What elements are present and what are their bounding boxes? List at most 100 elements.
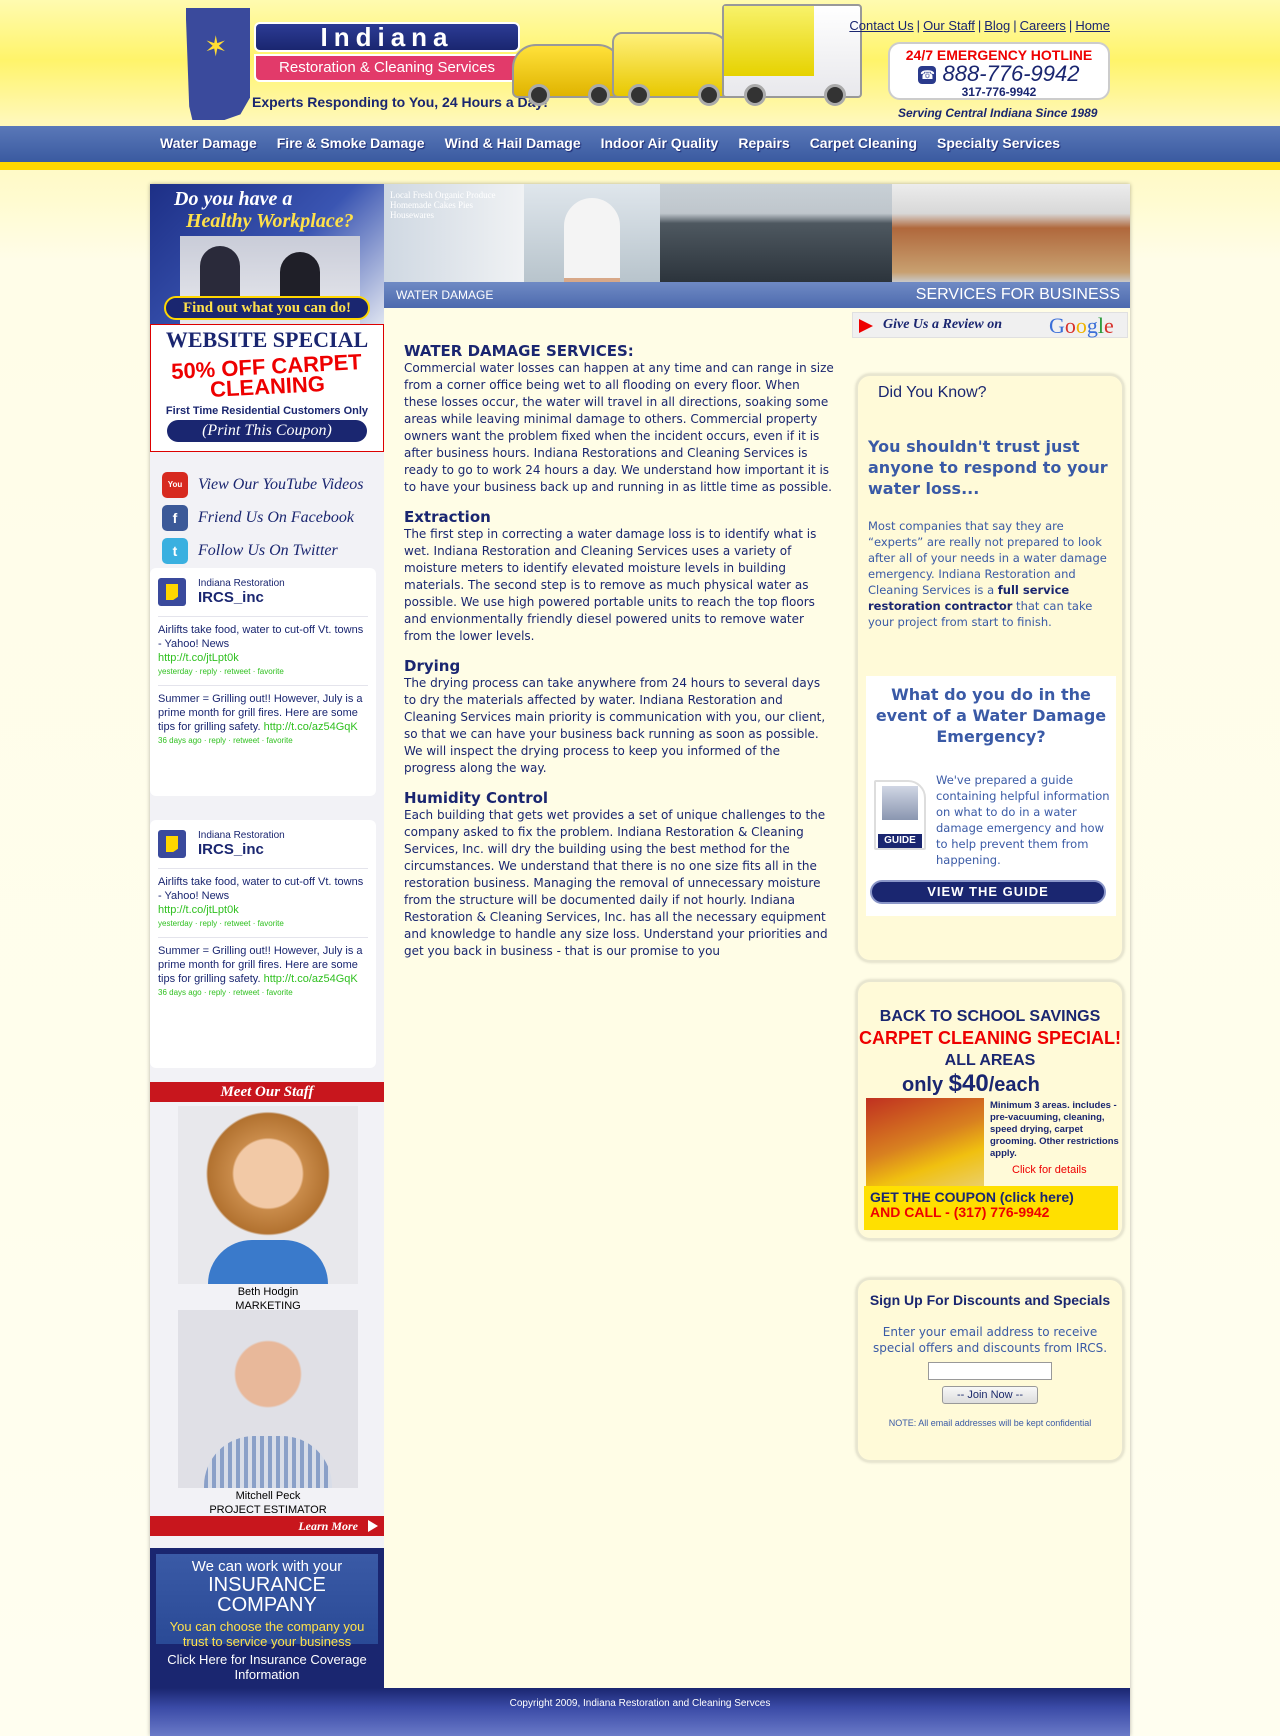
staff-card[interactable]: Beth Hodgin MARKETING — [178, 1106, 358, 1312]
footer: Copyright 2009, Indiana Restoration and … — [150, 1688, 1130, 1736]
twitter-link[interactable]: t Follow Us On Twitter — [150, 534, 384, 567]
email-field[interactable] — [928, 1362, 1052, 1380]
content-paragraph: Commercial water losses can happen at an… — [404, 361, 834, 494]
staff-photo — [178, 1310, 358, 1488]
nav-wind-hail-damage[interactable]: Wind & Hail Damage — [445, 126, 581, 160]
tweet-text: Airlifts take food, water to cut-off Vt.… — [158, 624, 364, 650]
twitter-label: Follow Us On Twitter — [198, 541, 338, 559]
staff-role: PROJECT ESTIMATOR — [209, 1504, 327, 1516]
google-review-button[interactable]: Give Us a Review on Google — [852, 312, 1128, 338]
logo-title: Indiana — [254, 22, 520, 52]
van-image — [612, 32, 732, 106]
insurance-coverage-link[interactable]: Click Here for Insurance Coverage Inform… — [150, 1652, 384, 1682]
emergency-hotline[interactable]: 24/7 EMERGENCY HOTLINE ☎ 888-776-9942 317… — [888, 42, 1110, 100]
twitter-handle[interactable]: IRCS_inc — [198, 841, 285, 858]
facebook-icon: f — [162, 504, 188, 531]
tweet: Summer = Grilling out!! However, July is… — [158, 937, 368, 1006]
twitter-handle[interactable]: IRCS_inc — [198, 589, 285, 606]
staff-card[interactable]: Mitchell Peck PROJECT ESTIMATOR — [178, 1310, 358, 1516]
healthy-workplace-banner[interactable]: Do you have a Healthy Workplace? Find ou… — [150, 184, 384, 324]
coupon-offer: 50% OFF CARPET CLEANING — [170, 349, 363, 402]
insurance-line-3: You can choose the company you trust to … — [169, 1619, 365, 1649]
site-logo[interactable]: ✶ Indiana Restoration & Cleaning Service… — [182, 8, 548, 120]
get-coupon-button[interactable]: GET THE COUPON (click here) AND CALL - (… — [864, 1186, 1118, 1230]
youtube-link[interactable]: You Tube View Our YouTube Videos — [150, 468, 384, 515]
content-paragraph: The first step in correcting a water dam… — [404, 527, 817, 643]
business-banner-image: Local Fresh Organic Produce Homemade Cak… — [384, 184, 1130, 282]
review-label: Give Us a Review on — [883, 317, 1002, 332]
staff-photo — [178, 1106, 358, 1284]
learn-more-label: Learn More — [298, 1519, 358, 1533]
top-link-home[interactable]: Home — [1075, 18, 1110, 33]
twitter-org: Indiana Restoration — [198, 578, 285, 589]
top-link-blog[interactable]: Blog — [984, 18, 1010, 33]
learn-more-button[interactable]: Learn More — [150, 1516, 384, 1536]
nav-water-damage[interactable]: Water Damage — [160, 126, 257, 160]
tweet-meta[interactable]: 36 days ago · reply · retweet · favorite — [158, 734, 368, 748]
print-coupon-button[interactable]: (Print This Coupon) — [167, 420, 367, 442]
back-to-school-promo[interactable]: BACK TO SCHOOL SAVINGS CARPET CLEANING S… — [856, 980, 1124, 1240]
top-link-staff[interactable]: Our Staff — [923, 18, 975, 33]
website-special-coupon[interactable]: WEBSITE SPECIAL 50% OFF CARPET CLEANING … — [150, 324, 384, 452]
retail-building-photo — [892, 184, 1130, 282]
tweet-link[interactable]: http://t.co/az54GqK — [264, 721, 358, 733]
twitter-widget: Indiana Restoration IRCS_inc Airlifts ta… — [150, 820, 376, 1068]
did-you-know-headline: You shouldn't trust just anyone to respo… — [868, 437, 1108, 498]
social-links: You Tube View Our YouTube Videos f Frien… — [150, 468, 384, 567]
google-logo: Google — [1049, 313, 1114, 338]
storefront-window-photo: Local Fresh Organic Produce Homemade Cak… — [384, 184, 524, 282]
view-guide-button[interactable]: VIEW THE GUIDE — [870, 880, 1106, 904]
serving-since: Serving Central Indiana Since 1989 — [898, 106, 1098, 120]
youtube-label: View Our YouTube Videos — [198, 475, 364, 493]
content-heading: Extraction — [404, 508, 491, 526]
hotline-local-phone: 317-776-9942 — [961, 85, 1037, 99]
promo-title: BACK TO SCHOOL SAVINGS — [879, 1008, 1101, 1025]
water-damage-guide: What do you do in the event of a Water D… — [866, 676, 1116, 916]
promo-subtitle: CARPET CLEANING SPECIAL! — [858, 1028, 1121, 1048]
office-building-photo — [660, 184, 892, 282]
top-link-careers[interactable]: Careers — [1020, 18, 1066, 33]
fleet-vehicles-image — [512, 4, 862, 114]
logo-subtitle: Restoration & Cleaning Services — [254, 54, 520, 82]
nav-fire-smoke-damage[interactable]: Fire & Smoke Damage — [277, 126, 425, 160]
tweet-link[interactable]: http://t.co/jtLpt0k — [158, 904, 239, 916]
join-now-button[interactable]: -- Join Now -- — [942, 1386, 1038, 1404]
tweet-meta[interactable]: 36 days ago · reply · retweet · favorite — [158, 986, 368, 1000]
twitter-avatar[interactable] — [158, 578, 186, 606]
nav-indoor-air-quality[interactable]: Indoor Air Quality — [601, 126, 719, 160]
nav-carpet-cleaning[interactable]: Carpet Cleaning — [810, 126, 917, 160]
nav-specialty-services[interactable]: Specialty Services — [937, 126, 1060, 160]
top-link-contact[interactable]: Contact Us — [849, 18, 913, 33]
twitter-avatar[interactable] — [158, 830, 186, 858]
guide-document-icon[interactable]: GUIDE — [874, 780, 926, 850]
insurance-banner[interactable]: We can work with your INSURANCE COMPANY … — [150, 1548, 384, 1688]
healthy-question-2: Healthy Workplace? — [186, 210, 354, 232]
nav-repairs[interactable]: Repairs — [738, 126, 789, 160]
content-heading: WATER DAMAGE SERVICES: — [404, 342, 634, 360]
staff-name: Mitchell Peck — [235, 1490, 301, 1502]
tweet-link[interactable]: http://t.co/az54GqK — [264, 973, 358, 985]
facebook-link[interactable]: f Friend Us On Facebook — [150, 501, 384, 534]
top-links: Contact Us | Our Staff | Blog | Careers | Home — [849, 18, 1110, 33]
twitter-org: Indiana Restoration — [198, 830, 285, 841]
healthy-question-1: Do you have a — [174, 188, 293, 210]
promo-click-details[interactable]: Click for details — [1012, 1164, 1087, 1176]
promo-details: Minimum 3 areas. includes - pre-vacuumin… — [990, 1100, 1119, 1159]
insurance-line-2: INSURANCE COMPANY — [208, 1574, 326, 1616]
tweet: Summer = Grilling out!! However, July is… — [158, 685, 368, 754]
find-out-button[interactable]: Find out what you can do! — [164, 296, 370, 320]
content-paragraph: The drying process can take anywhere fro… — [404, 676, 826, 775]
tweet-link[interactable]: http://t.co/jtLpt0k — [158, 652, 239, 664]
main-nav: Water Damage Fire & Smoke Damage Wind & … — [0, 126, 1280, 170]
business-owner-photo — [524, 184, 660, 282]
tweet-meta[interactable]: yesterday · reply · retweet · favorite — [158, 665, 368, 679]
tweet-meta[interactable]: yesterday · reply · retweet · favorite — [158, 917, 368, 931]
car-image — [512, 44, 622, 106]
did-you-know-text: Most companies that say they are “expert… — [868, 519, 1107, 629]
site-header: ✶ Indiana Restoration & Cleaning Service… — [0, 0, 1280, 126]
section-bar: WATER DAMAGE SERVICES FOR BUSINESS — [384, 282, 1130, 308]
newsletter-signup: Sign Up For Discounts and Specials Enter… — [856, 1278, 1124, 1462]
hotline-phone: 888-776-9942 — [942, 61, 1080, 86]
tweet-text: Airlifts take food, water to cut-off Vt.… — [158, 876, 364, 902]
promo-price: only $40/each — [902, 1070, 1040, 1097]
